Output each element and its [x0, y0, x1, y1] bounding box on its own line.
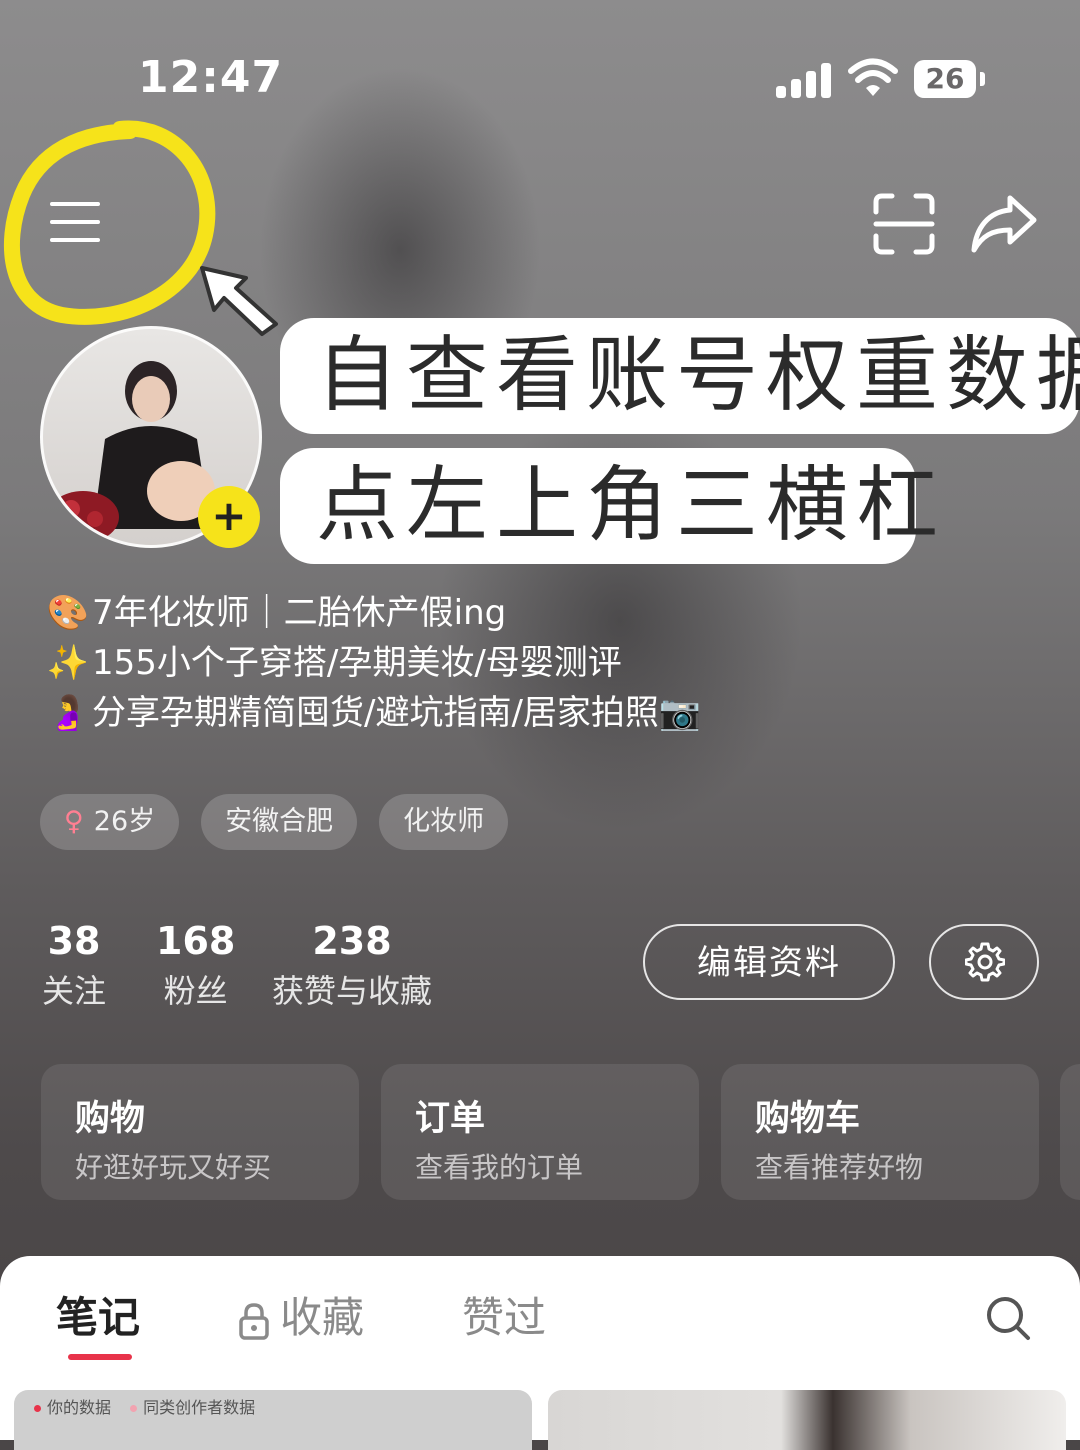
tab-notes[interactable]: 笔记: [56, 1290, 140, 1346]
pregnant-person-icon: 🤰: [46, 693, 90, 733]
bio-line: ✨155小个子穿搭/孕期美妆/母婴测评: [44, 638, 701, 688]
status-time: 12:47: [138, 52, 284, 103]
share-icon[interactable]: [970, 192, 1038, 256]
stat-following[interactable]: 38 关注: [42, 918, 106, 1014]
sparkles-icon: ✨: [46, 643, 90, 683]
callout-check-weight: 自查看账号权重数据: [280, 318, 1080, 434]
settings-button[interactable]: [929, 924, 1039, 1000]
tag-age[interactable]: ♀ 26岁: [40, 794, 180, 850]
chart-legend: 你的数据 同类创作者数据: [34, 1394, 255, 1418]
profile-tags: ♀ 26岁 安徽合肥 化妆师: [40, 794, 509, 850]
card-orders[interactable]: 订单 查看我的订单: [381, 1064, 699, 1200]
note-card[interactable]: [548, 1390, 1066, 1450]
tab-liked[interactable]: 赞过: [462, 1290, 546, 1346]
stat-likes-collects[interactable]: 238 获赞与收藏: [272, 918, 432, 1014]
scan-icon[interactable]: [872, 192, 936, 256]
active-tab-indicator: [68, 1354, 132, 1360]
tag-location[interactable]: 安徽合肥: [201, 794, 358, 850]
search-icon[interactable]: [984, 1294, 1032, 1342]
lock-icon: [239, 1302, 269, 1340]
wifi-icon: [848, 58, 898, 96]
edit-profile-button[interactable]: 编辑资料: [643, 924, 895, 1000]
battery-icon: 26: [914, 60, 985, 98]
palette-icon: 🎨: [46, 593, 90, 633]
card-next-peek[interactable]: [1060, 1064, 1080, 1200]
gear-icon: [965, 942, 1005, 982]
add-avatar-button[interactable]: +: [198, 486, 260, 548]
tab-collections[interactable]: 收藏: [238, 1290, 364, 1346]
note-card[interactable]: 你的数据 同类创作者数据: [14, 1390, 532, 1450]
bio-line: 🤰分享孕期精简囤货/避坑指南/居家拍照📷: [44, 688, 701, 738]
card-shopping[interactable]: 购物 好逛好玩又好买: [41, 1064, 359, 1200]
card-cart[interactable]: 购物车 查看推荐好物: [721, 1064, 1039, 1200]
profile-bio: 🎨7年化妆师｜二胎休产假ing ✨155小个子穿搭/孕期美妆/母婴测评 🤰分享孕…: [44, 588, 701, 738]
bio-line: 🎨7年化妆师｜二胎休产假ing: [44, 588, 701, 638]
callout-tap-menu: 点左上角三横杠: [280, 448, 938, 564]
stat-followers[interactable]: 168 粉丝: [156, 918, 235, 1014]
pointer-arrow-annotation: [200, 266, 278, 336]
tag-occupation[interactable]: 化妆师: [379, 794, 509, 850]
female-symbol-icon: ♀: [64, 806, 84, 837]
cellular-signal-icon: [776, 62, 832, 98]
